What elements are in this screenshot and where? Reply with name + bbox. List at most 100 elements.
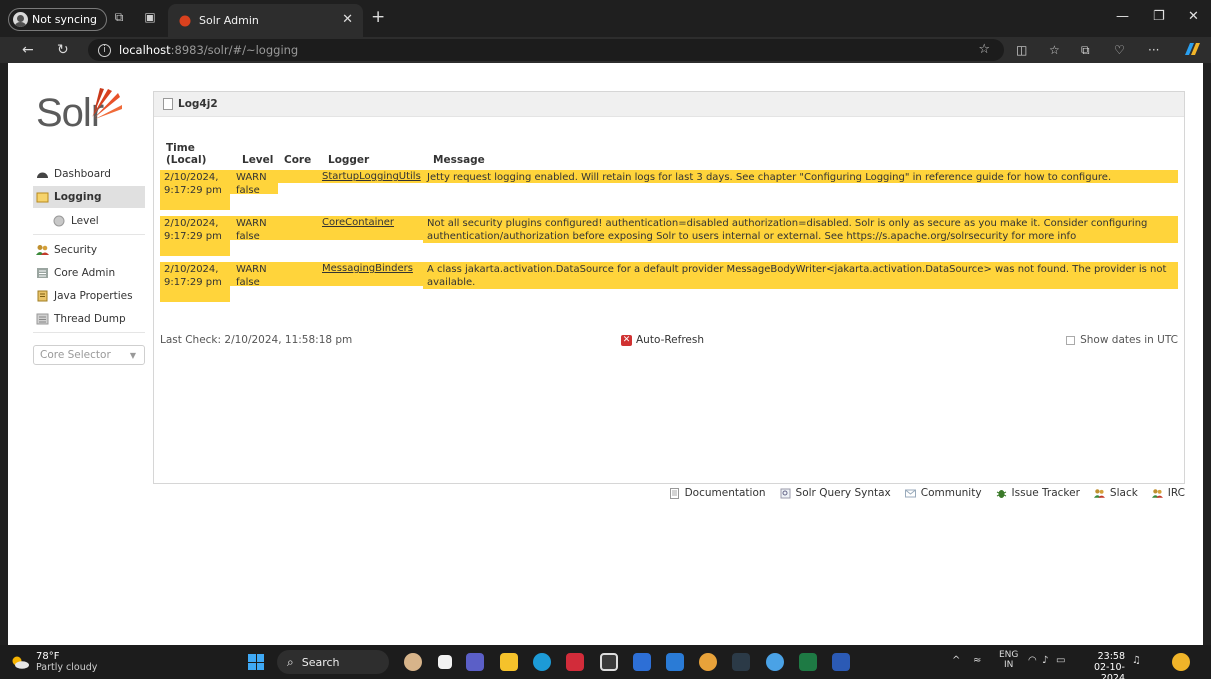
logger-cell[interactable]: MessagingBinders: [310, 262, 423, 286]
sidebar-item-thread-dump[interactable]: Thread Dump: [33, 308, 145, 329]
refresh-icon[interactable]: ↻: [57, 42, 69, 58]
chrome-icon[interactable]: [699, 653, 717, 671]
auto-refresh-toggle[interactable]: ✕ Auto-Refresh: [621, 334, 704, 346]
sidebar-menu: Dashboard Logging Level Security Core Ad…: [33, 163, 145, 365]
workspaces-icon[interactable]: ⧉: [112, 10, 126, 24]
lang-bottom: IN: [1004, 660, 1014, 670]
sidebar-item-label: Level: [71, 214, 99, 227]
more-menu-icon[interactable]: ···: [1148, 43, 1159, 57]
taskbar-search[interactable]: ⌕ Search: [277, 650, 389, 674]
sidebar-item-security[interactable]: Security: [33, 239, 145, 260]
copilot-icon[interactable]: [1183, 41, 1201, 60]
battery-icon[interactable]: ▭: [1056, 655, 1065, 666]
documentation-link[interactable]: Documentation: [669, 487, 766, 499]
sidebar-item-java-properties[interactable]: Java Properties: [33, 285, 145, 306]
close-tab-icon[interactable]: ✕: [342, 12, 353, 27]
link-label: IRC: [1167, 487, 1185, 499]
show-hidden-icons-icon[interactable]: ^: [952, 655, 960, 666]
profile-button[interactable]: Not syncing: [8, 8, 108, 31]
link-label: Community: [920, 487, 982, 499]
solr-query-syntax-link[interactable]: Solr Query Syntax: [780, 487, 891, 499]
core-selector-label: Core Selector: [40, 349, 111, 361]
irc-link[interactable]: IRC: [1151, 487, 1185, 499]
logger-cell[interactable]: StartupLoggingUtils: [310, 170, 423, 183]
l-app-icon[interactable]: [633, 653, 651, 671]
excel-icon[interactable]: [799, 653, 817, 671]
copilot-app-icon[interactable]: [404, 653, 422, 671]
minimize-icon[interactable]: —: [1116, 9, 1129, 24]
header-time[interactable]: Time (Local): [160, 134, 236, 166]
copilot-tray-icon[interactable]: [1172, 653, 1190, 671]
header-message[interactable]: Message: [429, 134, 1178, 166]
task-view-icon[interactable]: [438, 655, 452, 669]
sidebar-item-label: Core Admin: [54, 266, 116, 279]
breadcrumb-label: Log4j2: [178, 98, 218, 110]
community-link[interactable]: Community: [904, 487, 982, 499]
windows-start-icon[interactable]: [248, 654, 264, 670]
solr-logo[interactable]: Solr: [36, 88, 122, 136]
notifications-bell-icon[interactable]: ♫: [1132, 655, 1141, 666]
slack-link[interactable]: Slack: [1093, 487, 1138, 499]
back-icon[interactable]: ←: [22, 42, 34, 58]
collections-icon[interactable]: ⧉: [1081, 43, 1090, 58]
weather-widget[interactable]: 78°F Partly cloudy: [10, 651, 97, 673]
pen-app-icon[interactable]: [666, 653, 684, 671]
tab-actions-icon[interactable]: ▣: [143, 10, 157, 24]
terminal-icon[interactable]: [732, 653, 750, 671]
clock-date: 02-10-2024: [1093, 662, 1125, 679]
address-toolbar: ← ↻ i localhost:8983/solr/#/~logging ☆: [0, 37, 1211, 63]
teams-icon[interactable]: [466, 653, 484, 671]
system-clock[interactable]: 23:58 02-10-2024: [1071, 651, 1125, 679]
sidebar-item-label: Security: [54, 243, 98, 256]
favorite-star-icon[interactable]: ☆: [978, 42, 990, 57]
header-core[interactable]: Core: [284, 134, 316, 166]
extensions-icon[interactable]: ♡: [1114, 43, 1125, 57]
search-label: Search: [301, 655, 340, 669]
table-row[interactable]: 2/10/2024, 9:17:29 pm WARN false Messagi…: [160, 262, 1178, 302]
logger-link[interactable]: CoreContainer: [322, 217, 394, 228]
sidebar-item-core-admin[interactable]: Core Admin: [33, 262, 145, 283]
header-logger[interactable]: Logger: [316, 134, 429, 166]
language-indicator[interactable]: ENG IN: [999, 650, 1018, 670]
sidebar-item-label: Dashboard: [54, 167, 111, 180]
logger-cell[interactable]: CoreContainer: [310, 216, 423, 240]
sidebar-item-dashboard[interactable]: Dashboard: [33, 163, 145, 184]
tab-solr-admin[interactable]: Solr Admin ✕: [168, 4, 363, 37]
logging-panel: Log4j2 Time (Local) Level Core Logger Me…: [153, 91, 1185, 484]
chrome-canary-icon[interactable]: [766, 653, 784, 671]
table-row[interactable]: 2/10/2024, 9:17:29 pm WARN false CoreCon…: [160, 216, 1178, 256]
dashboard-icon: [37, 172, 48, 178]
split-screen-icon[interactable]: ◫: [1016, 43, 1027, 57]
sidebar-item-logging[interactable]: Logging: [33, 186, 145, 208]
word-icon[interactable]: [832, 653, 850, 671]
core-selector-dropdown[interactable]: Core Selector ▼: [33, 345, 145, 365]
edge-icon[interactable]: [533, 653, 551, 671]
close-window-icon[interactable]: ✕: [1188, 9, 1199, 24]
favorites-icon[interactable]: ☆: [1049, 43, 1060, 57]
logger-link[interactable]: StartupLoggingUtils: [322, 171, 421, 182]
wifi-icon[interactable]: ◠: [1028, 655, 1037, 666]
restore-icon[interactable]: ❐: [1153, 9, 1165, 24]
link-label: Solr Query Syntax: [795, 487, 891, 499]
utc-checkbox[interactable]: [1066, 335, 1076, 345]
last-check-text: Last Check: 2/10/2024, 11:58:18 pm: [160, 334, 353, 346]
header-level[interactable]: Level: [236, 134, 284, 166]
logger-link[interactable]: MessagingBinders: [322, 263, 413, 274]
file-explorer-icon[interactable]: [500, 653, 518, 671]
store-icon[interactable]: [600, 653, 618, 671]
address-bar[interactable]: i localhost:8983/solr/#/~logging ☆: [88, 39, 1004, 61]
slack-users-icon: [1093, 488, 1105, 498]
show-utc-label: Show dates in UTC: [1080, 334, 1178, 346]
tray-app-icon[interactable]: ≈: [973, 655, 981, 666]
sidebar-divider: [33, 234, 145, 235]
mcafee-icon[interactable]: [566, 653, 584, 671]
site-info-icon[interactable]: i: [98, 43, 111, 57]
issue-tracker-link[interactable]: Issue Tracker: [996, 487, 1080, 499]
new-tab-icon[interactable]: +: [371, 7, 385, 27]
show-utc-toggle[interactable]: Show dates in UTC: [1066, 334, 1178, 346]
clock-time: 23:58: [1097, 651, 1125, 662]
sidebar-item-level[interactable]: Level: [33, 210, 145, 231]
level-icon: [53, 215, 65, 226]
table-row[interactable]: 2/10/2024, 9:17:29 pm WARN false Startup…: [160, 170, 1178, 210]
volume-icon[interactable]: ♪: [1042, 655, 1048, 666]
